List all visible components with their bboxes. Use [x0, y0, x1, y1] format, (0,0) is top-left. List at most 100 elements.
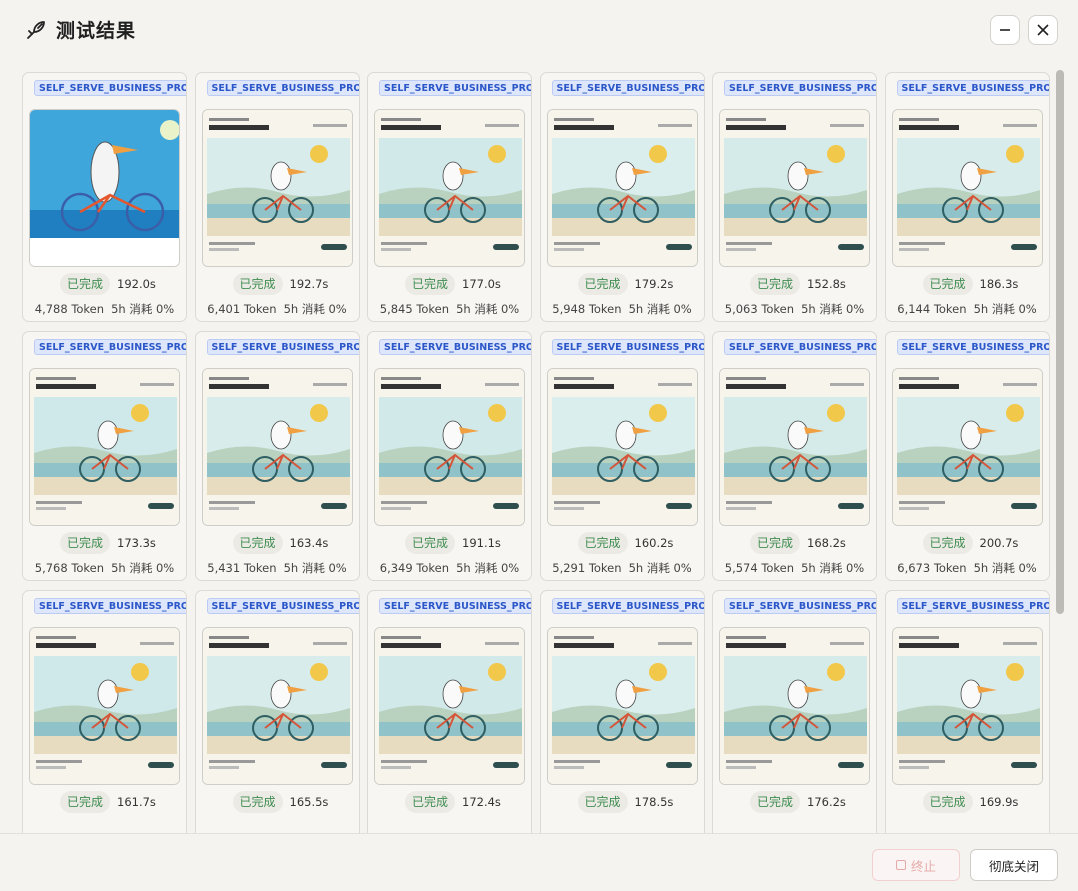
- result-card[interactable]: SELF_SERVE_BUSINESS_PROLITE 已完成 173.3s 5,76…: [22, 331, 187, 581]
- status-badge: 已完成: [405, 273, 456, 295]
- result-card[interactable]: SELF_SERVE_BUSINESS_PROLITE 已完成 178.5s: [539, 590, 705, 833]
- result-card[interactable]: SELF_SERVE_BUSINESS_PROLITE 已完成 186.3s 6,14…: [884, 72, 1050, 322]
- plan-tag: SELF_SERVE_BUSINESS_PROLITE: [551, 339, 704, 355]
- usage-line: 5,948 Token 5h 消耗 0%: [541, 301, 704, 317]
- result-card[interactable]: SELF_SERVE_BUSINESS_PROLITE 已完成 192.0s 4,78…: [22, 72, 187, 322]
- thumbnail-illustration: [720, 110, 869, 266]
- result-thumbnail[interactable]: [546, 368, 698, 526]
- plan-tag: SELF_SERVE_BUSINESS_PROLITE: [206, 598, 359, 614]
- result-thumbnail[interactable]: [891, 368, 1043, 526]
- result-thumbnail[interactable]: [546, 627, 698, 785]
- plan-tag: SELF_SERVE_BUSINESS_PROLITE: [724, 598, 876, 614]
- result-card[interactable]: SELF_SERVE_BUSINESS_PROLITE 已完成 176.2s: [712, 590, 877, 833]
- result-thumbnail[interactable]: [719, 627, 870, 785]
- result-thumbnail[interactable]: [719, 368, 870, 526]
- duration-text: 200.7s: [979, 536, 1019, 550]
- result-card[interactable]: SELF_SERVE_BUSINESS_PROLITE 已完成 152.8s 5,06…: [712, 72, 877, 322]
- quota-usage: 5h 消耗 0%: [111, 302, 175, 316]
- result-thumbnail[interactable]: [201, 109, 353, 267]
- stop-button[interactable]: 终止: [872, 849, 960, 881]
- result-card[interactable]: SELF_SERVE_BUSINESS_PROLITE 已完成 172.4s: [367, 590, 532, 833]
- duration-text: 179.2s: [634, 277, 674, 291]
- result-thumbnail[interactable]: [719, 109, 870, 267]
- thumbnail-illustration: [202, 369, 352, 525]
- token-count: 5,574 Token: [724, 561, 795, 575]
- duration-text: 186.3s: [979, 277, 1019, 291]
- result-thumbnail[interactable]: [29, 109, 180, 267]
- status-badge: 已完成: [577, 532, 628, 554]
- duration-text: 168.2s: [807, 536, 846, 550]
- token-count: 6,401 Token: [207, 302, 277, 316]
- close-all-button[interactable]: 彻底关闭: [970, 849, 1058, 881]
- usage-line: 6,401 Token 5h 消耗 0%: [196, 301, 359, 317]
- duration-text: 173.3s: [117, 536, 156, 550]
- result-thumbnail[interactable]: [201, 627, 353, 785]
- plan-tag: SELF_SERVE_BUSINESS_PROLITE: [206, 80, 359, 96]
- result-card[interactable]: SELF_SERVE_BUSINESS_PROLITE 已完成 161.7s: [22, 590, 187, 833]
- quota-usage: 5h 消耗 0%: [801, 561, 865, 575]
- thumbnail-illustration: [375, 628, 524, 784]
- result-thumbnail[interactable]: [891, 627, 1043, 785]
- duration-text: 191.1s: [462, 536, 501, 550]
- usage-line: 5,291 Token 5h 消耗 0%: [541, 560, 704, 576]
- result-card[interactable]: SELF_SERVE_BUSINESS_PROLITE 已完成 169.9s: [884, 590, 1050, 833]
- result-card[interactable]: SELF_SERVE_BUSINESS_PROLITE 已完成 163.4s 5,43…: [194, 331, 360, 581]
- thumbnail-illustration: [30, 110, 179, 266]
- duration-text: 165.5s: [289, 795, 329, 809]
- result-thumbnail[interactable]: [29, 627, 180, 785]
- result-card[interactable]: SELF_SERVE_BUSINESS_PROLITE 已完成 179.2s 5,94…: [539, 72, 705, 322]
- thumbnail-illustration: [30, 369, 179, 525]
- usage-line: 5,063 Token 5h 消耗 0%: [713, 301, 876, 317]
- token-count: 6,673 Token: [897, 561, 967, 575]
- result-card[interactable]: SELF_SERVE_BUSINESS_PROLITE 已完成 165.5s: [194, 590, 360, 833]
- plan-tag: SELF_SERVE_BUSINESS_PROLITE: [34, 80, 186, 96]
- plan-tag: SELF_SERVE_BUSINESS_PROLITE: [896, 339, 1049, 355]
- quota-usage: 5h 消耗 0%: [973, 302, 1037, 316]
- result-card[interactable]: SELF_SERVE_BUSINESS_PROLITE 已完成 192.7s 6,40…: [194, 72, 360, 322]
- usage-line: [196, 819, 359, 833]
- usage-line: 5,574 Token 5h 消耗 0%: [713, 560, 876, 576]
- usage-line: 5,431 Token 5h 消耗 0%: [196, 560, 359, 576]
- dialog-title: 测试结果: [56, 20, 137, 42]
- result-thumbnail[interactable]: [374, 109, 525, 267]
- quota-usage: 5h 消耗 0%: [283, 302, 347, 316]
- thumbnail-illustration: [547, 628, 697, 784]
- status-badge: 已完成: [922, 791, 973, 813]
- status-badge: 已完成: [922, 532, 973, 554]
- quota-usage: 5h 消耗 0%: [801, 302, 865, 316]
- close-button[interactable]: [1028, 15, 1058, 45]
- result-card[interactable]: SELF_SERVE_BUSINESS_PROLITE 已完成 177.0s 5,84…: [367, 72, 532, 322]
- status-badge: 已完成: [60, 791, 111, 813]
- duration-text: 152.8s: [807, 277, 846, 291]
- status-badge: 已完成: [232, 273, 283, 295]
- plan-tag: SELF_SERVE_BUSINESS_PROLITE: [896, 598, 1049, 614]
- usage-line: 5,845 Token 5h 消耗 0%: [368, 301, 531, 317]
- close-icon: [1037, 24, 1049, 36]
- result-card[interactable]: SELF_SERVE_BUSINESS_PROLITE 已完成 160.2s 5,29…: [539, 331, 705, 581]
- usage-line: [23, 819, 186, 833]
- quota-usage: 5h 消耗 0%: [456, 302, 520, 316]
- duration-text: 163.4s: [289, 536, 329, 550]
- result-thumbnail[interactable]: [29, 368, 180, 526]
- result-card[interactable]: SELF_SERVE_BUSINESS_PROLITE 已完成 168.2s 5,57…: [712, 331, 877, 581]
- dialog-footer: 终止 彻底关闭: [0, 833, 1078, 891]
- token-count: 5,291 Token: [552, 561, 622, 575]
- thumbnail-illustration: [30, 628, 179, 784]
- result-thumbnail[interactable]: [374, 368, 525, 526]
- result-thumbnail[interactable]: [374, 627, 525, 785]
- results-panel[interactable]: SELF_SERVE_BUSINESS_PROLITE 已完成 192.0s 4,78…: [0, 62, 1078, 833]
- result-card[interactable]: SELF_SERVE_BUSINESS_PROLITE 已完成 200.7s 6,67…: [884, 331, 1050, 581]
- result-thumbnail[interactable]: [546, 109, 698, 267]
- result-thumbnail[interactable]: [891, 109, 1043, 267]
- status-badge: 已完成: [750, 791, 801, 813]
- result-thumbnail[interactable]: [201, 368, 353, 526]
- duration-text: 172.4s: [462, 795, 501, 809]
- status-badge: 已完成: [577, 791, 628, 813]
- dialog-header: 测试结果: [0, 0, 1078, 58]
- token-count: 4,788 Token: [34, 302, 105, 316]
- scrollbar-thumb[interactable]: [1056, 70, 1064, 614]
- minimize-button[interactable]: [990, 15, 1020, 45]
- result-card[interactable]: SELF_SERVE_BUSINESS_PROLITE 已完成 191.1s 6,34…: [367, 331, 532, 581]
- duration-text: 176.2s: [807, 795, 846, 809]
- results-grid: SELF_SERVE_BUSINESS_PROLITE 已完成 192.0s 4,78…: [22, 72, 1050, 833]
